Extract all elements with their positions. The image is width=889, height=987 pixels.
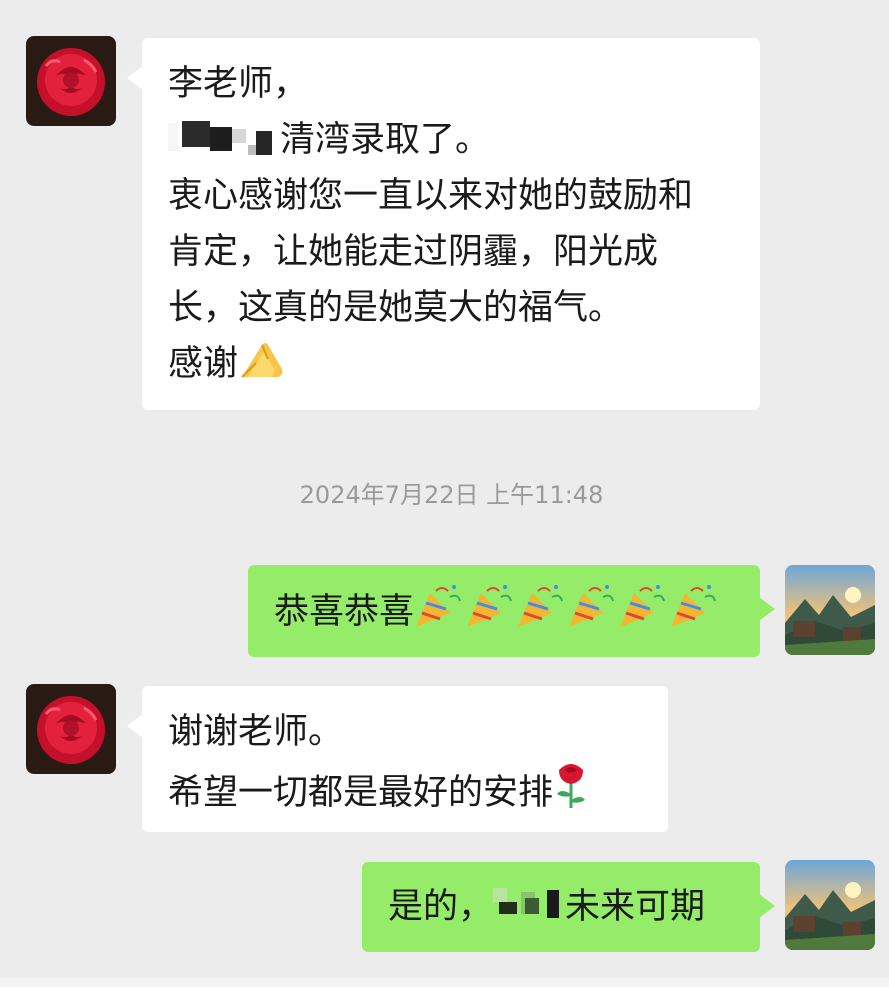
message-line-with-emoji: 希望一切都是最好的安排 bbox=[168, 760, 642, 827]
contact-avatar-rose[interactable] bbox=[26, 684, 116, 774]
message-line: 清湾录取了。 bbox=[280, 120, 491, 160]
mountain-sunrise-avatar-image bbox=[785, 565, 875, 655]
red-rose-avatar-image bbox=[26, 684, 116, 774]
message-line: 谢谢老师。 bbox=[168, 712, 344, 752]
message-text: 恭喜恭喜 bbox=[274, 592, 415, 632]
message-timestamp: 2024年7月22日 上午11:48 bbox=[299, 481, 604, 509]
message-text-suffix: 未来可期 bbox=[565, 887, 706, 927]
chat-window: 李老师， 清湾录取了。 衷心感谢您一直以来对她的鼓励和 肯定，让她能走过阴霾，阳… bbox=[0, 0, 889, 987]
party-popper-emoji bbox=[416, 585, 461, 627]
contact-avatar-rose[interactable] bbox=[26, 36, 116, 126]
outgoing-message-bubble[interactable]: 是的， 未来可期 bbox=[362, 862, 775, 952]
message-line-with-emoji: 恭喜恭喜 bbox=[274, 583, 734, 646]
outgoing-message-bubble[interactable]: 恭喜恭喜 bbox=[248, 565, 775, 657]
message-line-redacted: 是的， 未来可期 bbox=[388, 879, 734, 935]
message-line: 希望一切都是最好的安排 bbox=[168, 773, 554, 813]
message-line-with-emoji: 感谢 bbox=[168, 336, 734, 398]
incoming-message-bubble[interactable]: 谢谢老师。 希望一切都是最好的安排 bbox=[127, 686, 668, 832]
mountain-sunrise-avatar-image bbox=[785, 860, 875, 950]
bottom-edge bbox=[0, 978, 889, 987]
message-text-prefix: 是的， bbox=[388, 887, 494, 927]
message-line-redacted: 清湾录取了。 bbox=[168, 112, 734, 168]
folded-hands-emoji bbox=[238, 339, 286, 398]
rose-emoji bbox=[553, 760, 589, 827]
redacted-name-mosaic bbox=[168, 117, 280, 157]
message-line: 衷心感谢您一直以来对她的鼓励和 bbox=[168, 176, 694, 216]
message-line: 李老师， bbox=[168, 64, 309, 104]
redacted-name-mosaic bbox=[493, 884, 565, 924]
message-line: 长，这真的是她莫大的福气。 bbox=[168, 288, 624, 328]
party-popper-emoji-row bbox=[414, 583, 724, 646]
message-line: 肯定，让她能走过阴霾，阳光成 bbox=[168, 232, 659, 272]
self-avatar-landscape[interactable] bbox=[785, 565, 875, 655]
message-line: 感谢 bbox=[168, 344, 239, 384]
self-avatar-landscape[interactable] bbox=[785, 860, 875, 950]
red-rose-avatar-image bbox=[26, 36, 116, 126]
incoming-message-bubble[interactable]: 李老师， 清湾录取了。 衷心感谢您一直以来对她的鼓励和 肯定，让她能走过阴霾，阳… bbox=[127, 38, 760, 410]
